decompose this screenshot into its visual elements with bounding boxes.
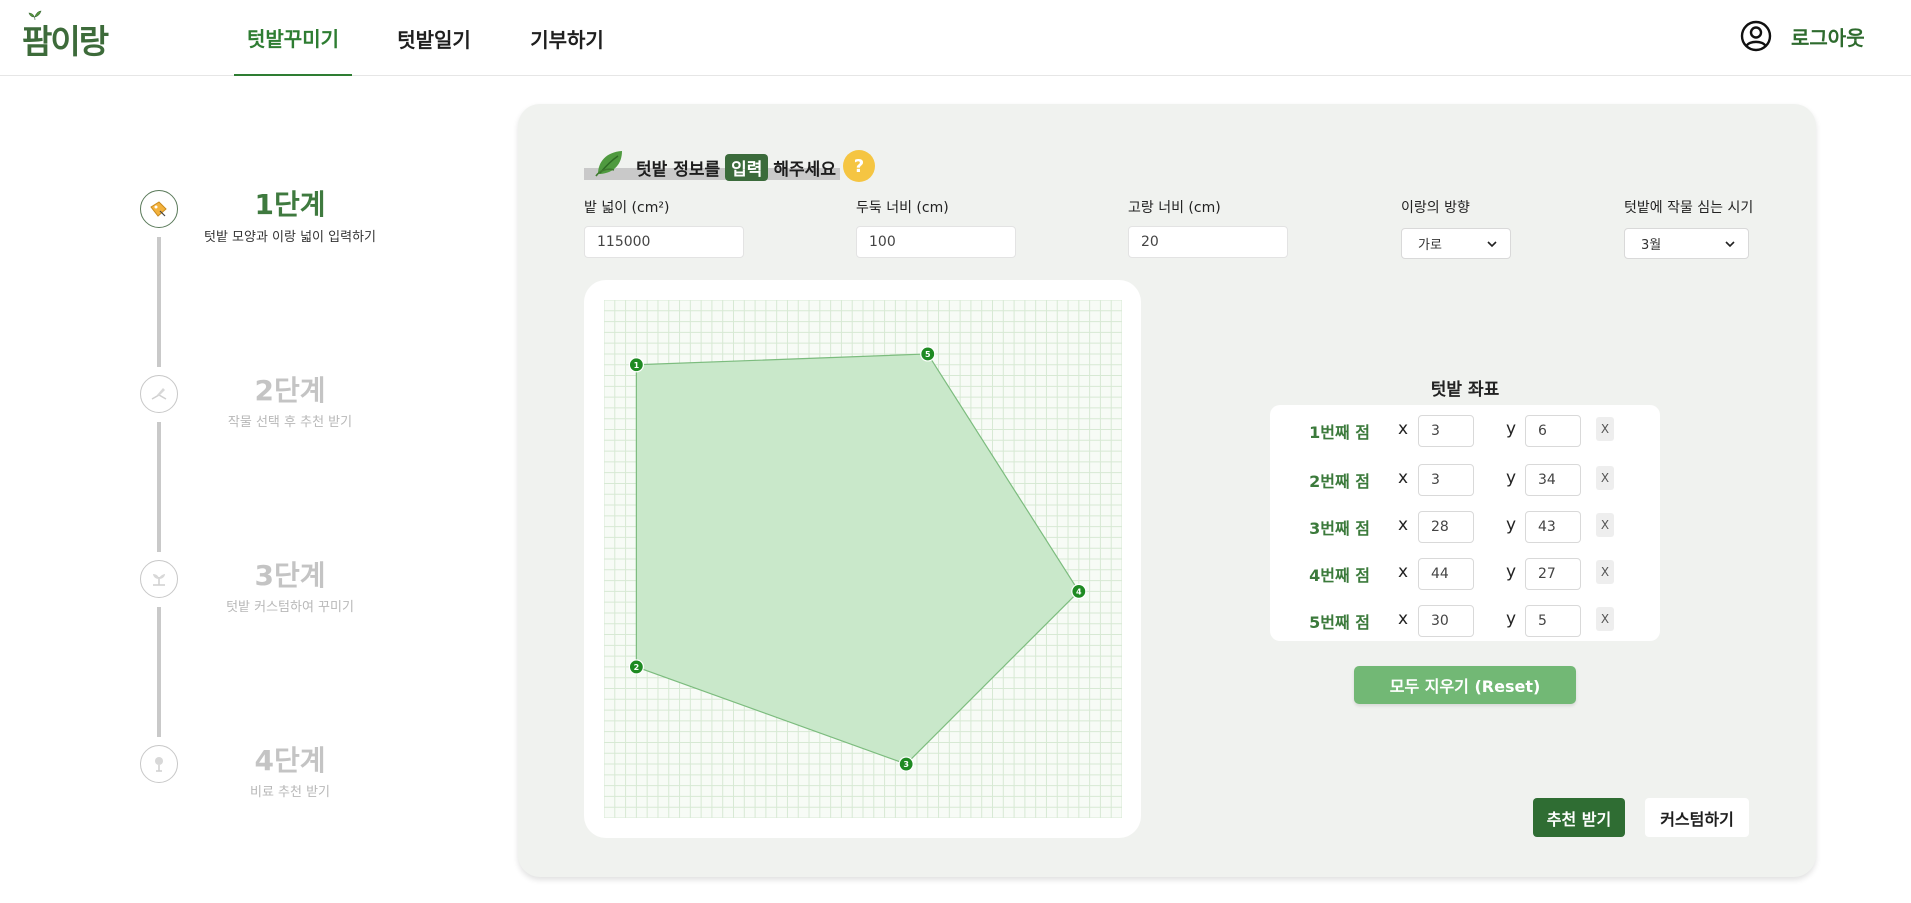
point-label: 3번째 점	[1309, 519, 1370, 538]
step-subtitle: 비료 추천 받기	[249, 785, 331, 800]
y-axis-label: y	[1506, 515, 1517, 535]
point-x-input[interactable]	[1418, 558, 1474, 590]
coord-row: 2번째 점 x y X	[1270, 464, 1660, 500]
tag-icon	[140, 190, 178, 228]
title-text-before: 텃밭 정보를	[636, 160, 721, 180]
garden-point-label: 1	[634, 361, 640, 370]
point-label: 2번째 점	[1309, 472, 1370, 491]
logout-link[interactable]: 로그아웃	[1791, 22, 1865, 51]
furrow-width-label: 고랑 너비 (cm)	[1128, 200, 1221, 216]
y-axis-label: y	[1506, 419, 1517, 439]
garden-point-label: 5	[925, 350, 931, 359]
point-x-input[interactable]	[1418, 464, 1474, 496]
point-y-input[interactable]	[1525, 464, 1581, 496]
step-connector	[157, 422, 161, 552]
delete-point-button[interactable]: X	[1596, 560, 1614, 584]
area-label: 밭 넓이 (cm²)	[584, 200, 670, 216]
point-y-input[interactable]	[1525, 605, 1581, 637]
flower-icon	[140, 745, 178, 783]
planting-time-select[interactable]: 3월	[1624, 228, 1749, 259]
sprout-icon	[140, 560, 178, 598]
area-input[interactable]	[584, 226, 744, 258]
x-axis-label: x	[1398, 609, 1409, 629]
garden-point-label: 4	[1076, 587, 1082, 596]
garden-point[interactable]: 3	[898, 756, 914, 772]
step-subtitle: 텃밭 모양과 이랑 넓이 입력하기	[203, 230, 376, 245]
nav-item-donate[interactable]: 기부하기	[516, 0, 618, 76]
coord-row: 3번째 점 x y X	[1270, 511, 1660, 547]
step-title: 2단계	[254, 374, 326, 407]
delete-point-button[interactable]: X	[1596, 513, 1614, 537]
x-axis-label: x	[1398, 562, 1409, 582]
step-title: 4단계	[254, 744, 326, 777]
point-y-input[interactable]	[1525, 558, 1581, 590]
coord-row: 5번째 점 x y X	[1270, 605, 1660, 641]
y-axis-label: y	[1506, 468, 1517, 488]
point-x-input[interactable]	[1418, 605, 1474, 637]
step-connector	[157, 607, 161, 737]
garden-point[interactable]: 1	[628, 357, 644, 373]
point-x-input[interactable]	[1418, 511, 1474, 543]
point-x-input[interactable]	[1418, 415, 1474, 447]
garden-point[interactable]: 2	[628, 659, 644, 675]
recommend-button[interactable]: 추천 받기	[1533, 798, 1625, 837]
user-profile-icon[interactable]	[1740, 20, 1772, 52]
step-subtitle: 텃밭 커스텀하여 꾸미기	[226, 600, 354, 615]
garden-point[interactable]: 5	[920, 346, 936, 362]
reset-button[interactable]: 모두 지우기 (Reset)	[1354, 666, 1576, 704]
y-axis-label: y	[1506, 562, 1517, 582]
leaf-icon	[595, 151, 622, 177]
chevron-down-icon	[1725, 241, 1735, 248]
step-connector	[157, 237, 161, 367]
garden-point[interactable]: 4	[1071, 583, 1087, 599]
garden-grid-canvas[interactable]: 1 5 4 3 2	[604, 300, 1122, 818]
step-title: 3단계	[254, 559, 326, 592]
customize-button[interactable]: 커스텀하기	[1645, 798, 1749, 837]
delete-point-button[interactable]: X	[1596, 466, 1614, 490]
nav-item-garden-design[interactable]: 텃밭꾸미기	[234, 0, 352, 76]
x-axis-label: x	[1398, 468, 1409, 488]
section-title: 텃밭 정보를 입력 해주세요	[636, 154, 836, 181]
point-label: 4번째 점	[1309, 566, 1370, 585]
x-axis-label: x	[1398, 515, 1409, 535]
direction-label: 이랑의 방향	[1401, 200, 1470, 216]
x-axis-label: x	[1398, 419, 1409, 439]
point-y-input[interactable]	[1525, 415, 1581, 447]
title-text-after: 해주세요	[773, 160, 836, 180]
ridge-width-label: 두둑 너비 (cm)	[856, 200, 949, 216]
logo[interactable]: 팜이랑	[22, 10, 109, 61]
help-icon[interactable]: ?	[843, 150, 875, 182]
coord-row: 4번째 점 x y X	[1270, 558, 1660, 594]
point-y-input[interactable]	[1525, 511, 1581, 543]
planting-time-label: 텃밭에 작물 심는 시기	[1624, 200, 1754, 216]
top-header: 팜이랑 텃밭꾸미기 텃밭일기 기부하기 로그아웃	[0, 0, 1911, 76]
y-axis-label: y	[1506, 609, 1517, 629]
coord-row: 1번째 점 x y X	[1270, 415, 1660, 451]
furrow-width-input[interactable]	[1128, 226, 1288, 258]
step-title: 1단계	[254, 188, 326, 221]
point-label: 1번째 점	[1309, 423, 1370, 442]
direction-select[interactable]: 가로	[1401, 228, 1511, 259]
coords-title: 텃밭 좌표	[1430, 380, 1500, 400]
ridge-width-input[interactable]	[856, 226, 1016, 258]
nav-item-garden-diary[interactable]: 텃밭일기	[352, 0, 516, 76]
chevron-down-icon	[1487, 241, 1497, 248]
step-subtitle: 작물 선택 후 추천 받기	[227, 415, 353, 430]
planting-icon	[140, 375, 178, 413]
planting-time-value: 3월	[1641, 238, 1662, 253]
main-nav: 텃밭꾸미기 텃밭일기 기부하기	[234, 0, 618, 76]
point-label: 5번째 점	[1309, 613, 1370, 632]
delete-point-button[interactable]: X	[1596, 607, 1614, 631]
title-badge: 입력	[725, 154, 769, 181]
direction-value: 가로	[1418, 238, 1442, 253]
garden-point-label: 3	[903, 760, 909, 769]
garden-point-label: 2	[634, 663, 640, 672]
sprout-icon	[28, 10, 42, 20]
logo-text: 팜이랑	[22, 22, 109, 61]
delete-point-button[interactable]: X	[1596, 417, 1614, 441]
